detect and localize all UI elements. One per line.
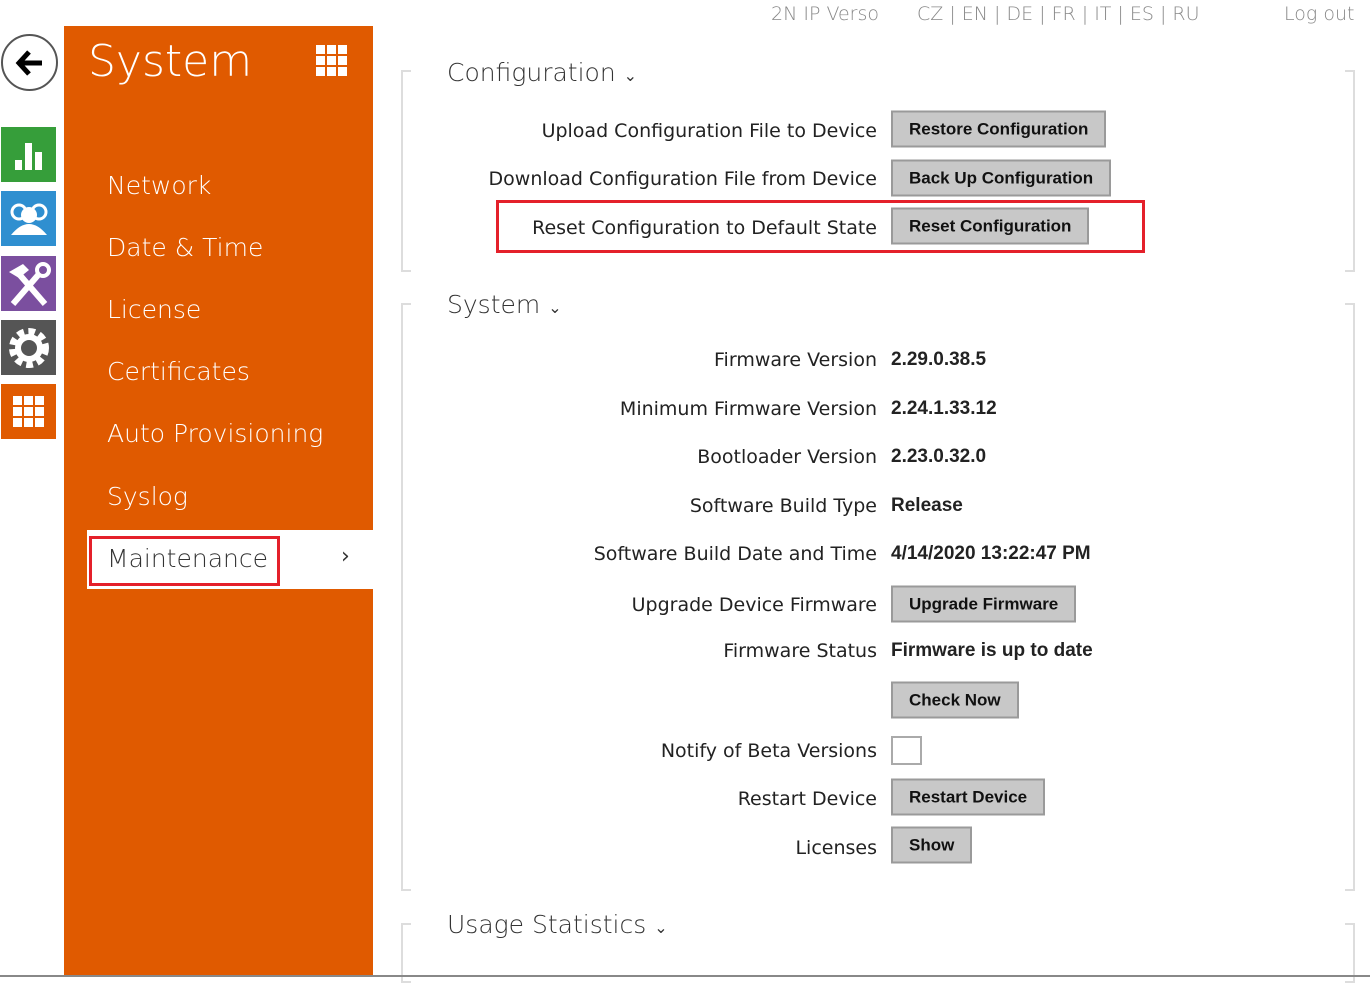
section-bracket [401,70,411,272]
section-title: System [447,290,541,319]
sidebar: System Network Date & Time License Certi… [64,26,373,977]
sidebar-item-syslog[interactable]: Syslog [107,482,188,511]
apps-grid-icon[interactable] [316,45,347,76]
sidebar-title: System [88,36,253,87]
sidebar-item-network[interactable]: Network [107,171,211,200]
beta-checkbox[interactable] [891,736,922,765]
upgrade-firmware-button[interactable]: Upgrade Firmware [891,585,1077,623]
upgrade-firmware-label: Upgrade Device Firmware [631,594,877,616]
min-firmware-label: Minimum Firmware Version [619,398,877,420]
build-type-label: Software Build Type [689,495,877,517]
min-firmware-value: 2.24.1.33.12 [891,398,997,419]
firmware-version-value: 2.29.0.38.5 [891,349,987,370]
status-tile[interactable] [1,127,56,182]
chevron-down-icon: ⌄ [654,918,668,937]
sidebar-item-license[interactable]: License [107,295,201,324]
section-title: Usage Statistics [447,910,647,939]
sidebar-item-certificates[interactable]: Certificates [107,357,250,386]
system-grid-icon [12,395,44,427]
section-bracket [401,923,411,983]
chevron-down-icon: ⌄ [548,298,562,317]
restart-label: Restart Device [737,788,877,810]
check-now-button[interactable]: Check Now [891,681,1019,719]
section-bracket [401,303,411,891]
firmware-status-value: Firmware is up to date [891,640,1093,661]
directory-tile[interactable] [1,191,56,246]
section-title: Configuration [447,58,616,87]
hardware-tile[interactable] [1,256,56,311]
chevron-down-icon: ⌄ [623,66,638,85]
services-gear-icon [8,327,49,368]
sidebar-item-auto-provisioning[interactable]: Auto Provisioning [107,419,323,448]
back-button[interactable] [1,34,58,91]
sidebar-item-label: Maintenance [107,544,268,573]
system-section-header[interactable]: System ⌄ [447,290,562,319]
licenses-label: Licenses [795,837,877,859]
build-type-value: Release [891,495,963,516]
back-up-configuration-button[interactable]: Back Up Configuration [891,159,1112,197]
restore-configuration-button[interactable]: Restore Configuration [891,110,1107,148]
sidebar-item-maintenance[interactable]: Maintenance › [87,530,373,589]
services-tile[interactable] [1,320,56,375]
firmware-version-label: Firmware Version [714,349,877,371]
beta-label: Notify of Beta Versions [660,740,877,762]
bootloader-value: 2.23.0.32.0 [891,446,987,467]
product-name: 2N IP Verso [771,3,879,25]
build-date-value: 4/14/2020 13:22:47 PM [891,543,1091,564]
section-bracket [1345,70,1355,272]
logout-link[interactable]: Log out [1284,3,1354,25]
bootloader-label: Bootloader Version [697,446,877,468]
download-config-label: Download Configuration File from Device [488,168,877,190]
show-licenses-button[interactable]: Show [891,826,973,864]
restart-device-button[interactable]: Restart Device [891,778,1046,816]
reset-configuration-button[interactable]: Reset Configuration [891,207,1090,245]
sidebar-item-date-time[interactable]: Date & Time [107,233,263,262]
build-date-label: Software Build Date and Time [593,543,877,565]
chevron-right-icon: › [341,544,350,569]
usage-section-header[interactable]: Usage Statistics ⌄ [447,910,668,939]
section-bracket [1345,303,1355,891]
firmware-status-label: Firmware Status [723,640,877,662]
section-bracket [1345,923,1355,983]
back-arrow-icon [15,49,42,76]
system-tile[interactable] [1,384,56,439]
directory-users-icon [10,203,47,235]
configuration-section-header[interactable]: Configuration ⌄ [447,58,637,87]
hardware-tools-icon [8,261,51,306]
language-selector[interactable]: CZ | EN | DE | FR | IT | ES | RU [917,3,1200,25]
upload-config-label: Upload Configuration File to Device [541,120,877,142]
status-chart-icon [14,142,42,170]
reset-config-label: Reset Configuration to Default State [532,217,877,239]
